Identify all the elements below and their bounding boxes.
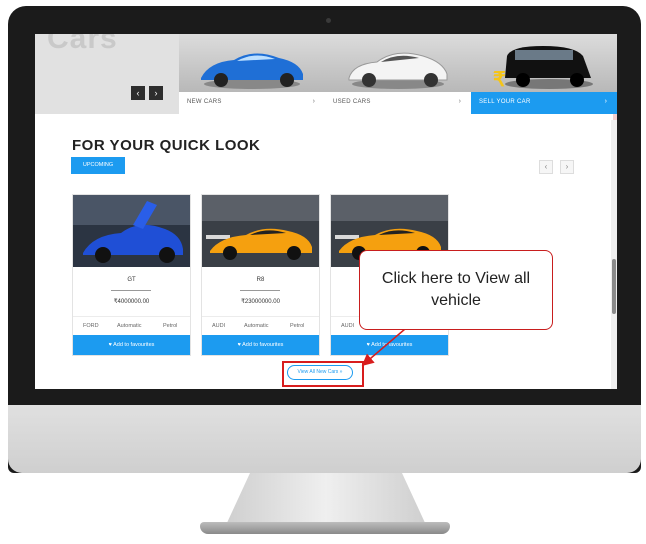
annotation-callout: Click here to View all vehicle — [359, 250, 553, 330]
callout-text: Click here to View all vehicle — [381, 270, 531, 309]
